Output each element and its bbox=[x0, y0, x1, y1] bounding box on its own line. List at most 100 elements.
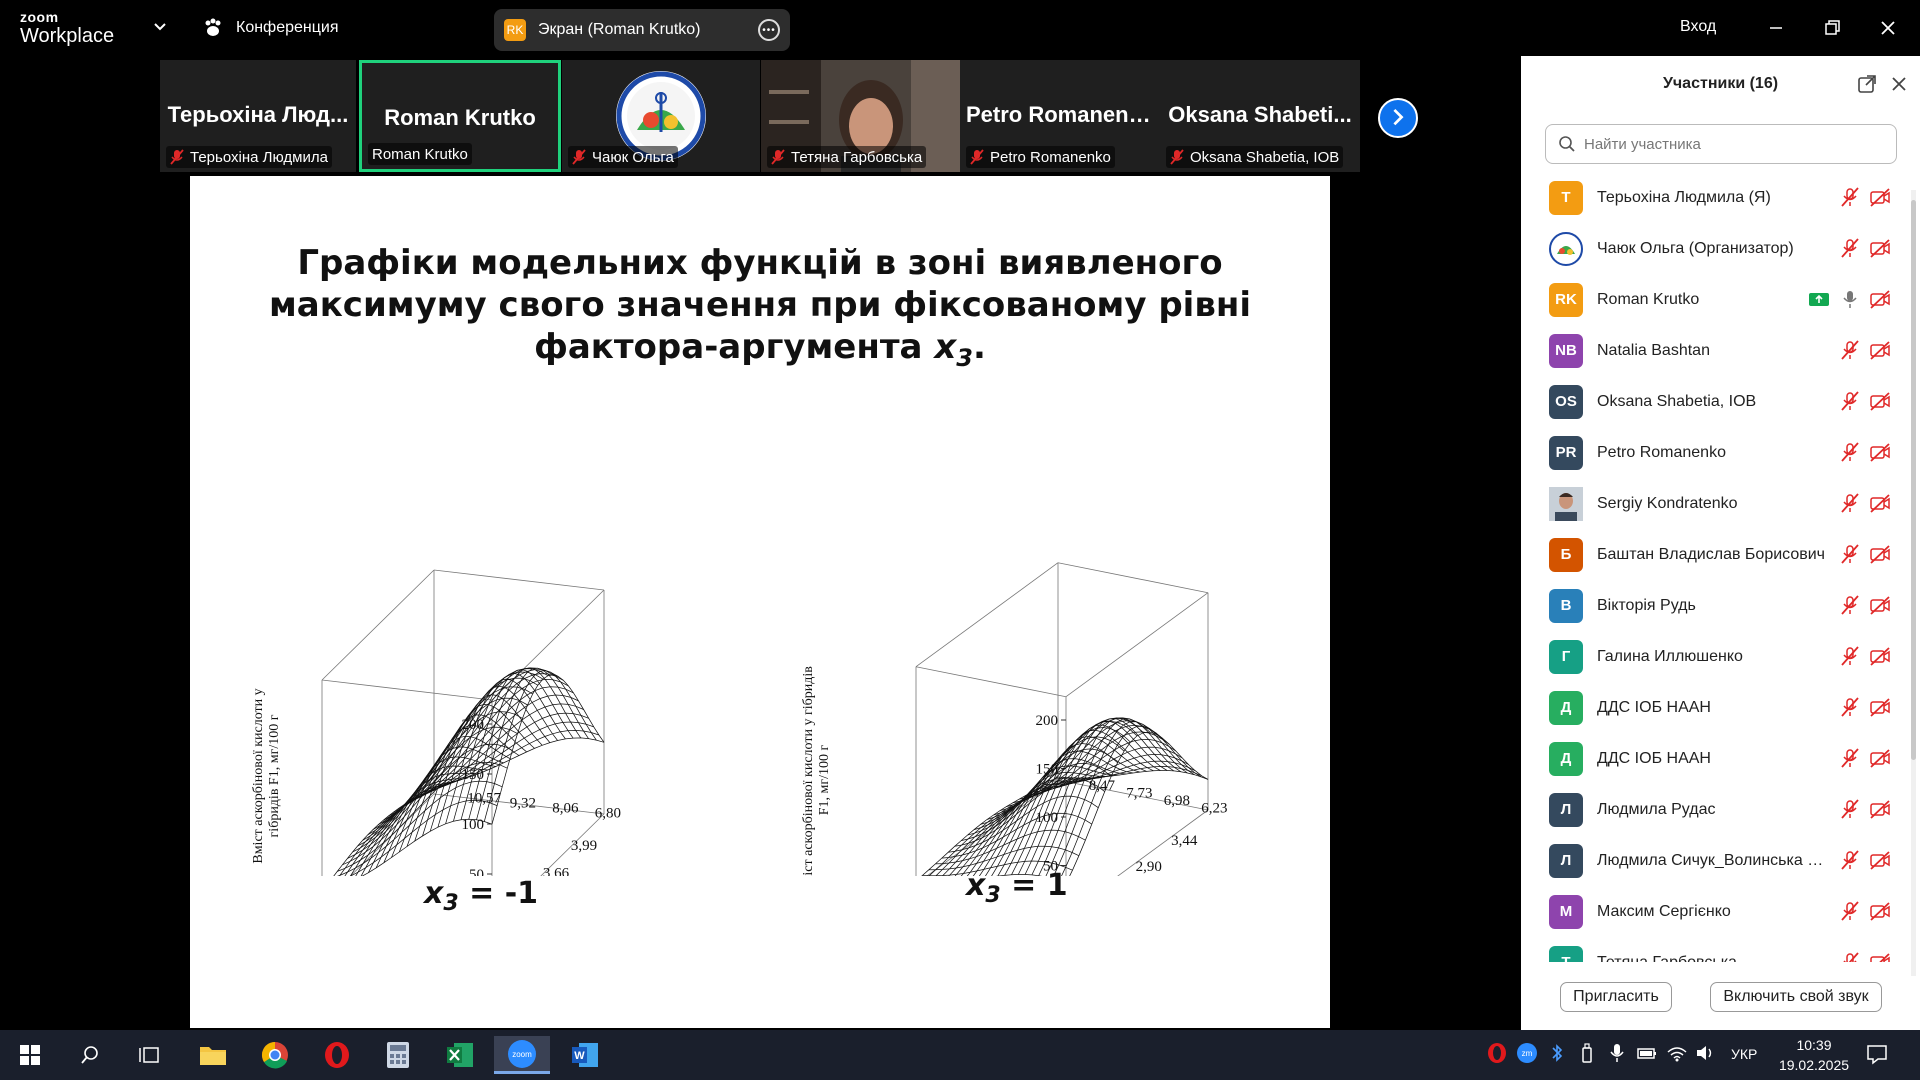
usb-device-icon[interactable] bbox=[1576, 1042, 1598, 1064]
screen-share-pill[interactable]: RK Экран (Roman Krutko) ••• bbox=[494, 9, 790, 51]
volume-icon[interactable] bbox=[1694, 1042, 1716, 1064]
video-off-icon[interactable] bbox=[1869, 186, 1891, 208]
video-tile[interactable]: Чаюк Ольга bbox=[562, 60, 760, 172]
participant-row[interactable]: М Максим Сергієнко bbox=[1521, 886, 1911, 937]
video-off-icon[interactable] bbox=[1869, 492, 1891, 514]
mic-icon[interactable] bbox=[1839, 288, 1861, 310]
battery-icon[interactable] bbox=[1636, 1042, 1658, 1064]
word-button[interactable]: W bbox=[565, 1036, 605, 1074]
mic-muted-icon[interactable] bbox=[1839, 339, 1861, 361]
restore-icon[interactable] bbox=[1818, 14, 1846, 42]
chrome-icon bbox=[261, 1041, 288, 1069]
video-off-icon[interactable] bbox=[1869, 390, 1891, 412]
mic-muted-icon[interactable] bbox=[1839, 747, 1861, 769]
participant-name: Тетяна Гарбовська bbox=[1597, 953, 1737, 963]
participant-row[interactable]: NB Natalia Bashtan bbox=[1521, 325, 1911, 376]
chevron-down-icon[interactable] bbox=[152, 18, 168, 34]
scrollbar-thumb[interactable] bbox=[1911, 200, 1916, 760]
wifi-icon[interactable] bbox=[1666, 1042, 1688, 1064]
video-off-icon[interactable] bbox=[1869, 543, 1891, 565]
mic-muted-icon[interactable] bbox=[1839, 645, 1861, 667]
opera-button[interactable] bbox=[317, 1036, 357, 1074]
video-tile[interactable]: Oksana Shabeti... Oksana Shabetia, ІОВ bbox=[1160, 60, 1360, 172]
box-edge bbox=[915, 562, 1059, 668]
video-tile[interactable]: Тетяна Гарбовська bbox=[761, 60, 960, 172]
participant-row[interactable]: Т Тетяна Гарбовська bbox=[1521, 937, 1911, 962]
minimize-icon[interactable] bbox=[1762, 14, 1790, 42]
pop-out-icon[interactable] bbox=[1855, 72, 1879, 96]
video-off-icon[interactable] bbox=[1869, 951, 1891, 962]
meeting-info-button[interactable]: Конференция bbox=[202, 16, 339, 40]
unmute-self-button[interactable]: Включить свой звук bbox=[1710, 982, 1882, 1012]
video-off-icon[interactable] bbox=[1869, 849, 1891, 871]
participant-avatar: NB bbox=[1549, 333, 1583, 368]
mic-muted-icon[interactable] bbox=[1839, 951, 1861, 962]
video-tile-active-speaker[interactable]: Roman Krutko Roman Krutko bbox=[359, 60, 561, 172]
participant-name: Максим Сергієнко bbox=[1597, 902, 1731, 920]
zoom-taskbar-button[interactable]: zoom bbox=[494, 1036, 550, 1074]
task-view-button[interactable] bbox=[130, 1036, 170, 1074]
search-button[interactable] bbox=[70, 1036, 110, 1074]
video-off-icon[interactable] bbox=[1869, 288, 1891, 310]
participant-search-box[interactable] bbox=[1545, 124, 1897, 164]
video-tile[interactable]: Терьохіна Люд... Терьохіна Людмила bbox=[160, 60, 356, 172]
input-language[interactable]: УКР bbox=[1731, 1046, 1757, 1062]
z-axis-label-line: Вміст аскорбінової кислоти у гібридів bbox=[801, 666, 816, 876]
participant-row[interactable]: Sergiy Kondratenko bbox=[1521, 478, 1911, 529]
mic-muted-icon[interactable] bbox=[1839, 594, 1861, 616]
video-off-icon[interactable] bbox=[1869, 237, 1891, 259]
video-off-icon[interactable] bbox=[1869, 900, 1891, 922]
close-panel-icon[interactable] bbox=[1887, 72, 1911, 96]
video-tile[interactable]: Petro Romanenko Petro Romanenko bbox=[960, 60, 1160, 172]
mic-muted-icon[interactable] bbox=[1839, 492, 1861, 514]
participant-avatar: В bbox=[1549, 588, 1583, 623]
chrome-button[interactable] bbox=[255, 1036, 295, 1074]
video-off-icon[interactable] bbox=[1869, 798, 1891, 820]
mic-muted-icon[interactable] bbox=[1839, 696, 1861, 718]
y-tick-label: 8,06 bbox=[552, 801, 579, 817]
opera-tray-icon[interactable] bbox=[1486, 1042, 1508, 1064]
more-options-icon[interactable]: ••• bbox=[758, 19, 780, 41]
participant-list-scrollbar[interactable] bbox=[1911, 190, 1916, 980]
video-off-icon[interactable] bbox=[1869, 645, 1891, 667]
mic-muted-icon[interactable] bbox=[1839, 798, 1861, 820]
zoom-tray-icon[interactable]: zm bbox=[1516, 1042, 1538, 1064]
participant-row[interactable]: Б Баштан Владислав Борисович bbox=[1521, 529, 1911, 580]
video-off-icon[interactable] bbox=[1869, 696, 1891, 718]
mic-muted-icon[interactable] bbox=[1839, 900, 1861, 922]
participant-search-input[interactable] bbox=[1584, 135, 1884, 153]
mic-muted-icon[interactable] bbox=[1839, 849, 1861, 871]
participant-row[interactable]: Л Людмила Рудас bbox=[1521, 784, 1911, 835]
mic-muted-icon[interactable] bbox=[1839, 543, 1861, 565]
video-off-icon[interactable] bbox=[1869, 441, 1891, 463]
mic-muted-icon[interactable] bbox=[1839, 390, 1861, 412]
excel-button[interactable] bbox=[440, 1036, 480, 1074]
mic-muted-icon[interactable] bbox=[1839, 237, 1861, 259]
invite-button[interactable]: Пригласить bbox=[1560, 982, 1672, 1012]
microphone-tray-icon[interactable] bbox=[1606, 1042, 1628, 1064]
close-icon[interactable] bbox=[1874, 14, 1902, 42]
participant-row[interactable]: Д ДДС ІОБ НААН bbox=[1521, 733, 1911, 784]
participant-row[interactable]: PR Petro Romanenko bbox=[1521, 427, 1911, 478]
taskbar-clock[interactable]: 10:39 19.02.2025 bbox=[1776, 1035, 1852, 1075]
participant-row[interactable]: Г Галина Иллюшенко bbox=[1521, 631, 1911, 682]
video-off-icon[interactable] bbox=[1869, 594, 1891, 616]
mic-muted-icon[interactable] bbox=[1839, 186, 1861, 208]
participant-row[interactable]: Л Людмила Сичук_Волинська ДС... bbox=[1521, 835, 1911, 886]
calculator-button[interactable] bbox=[378, 1036, 418, 1074]
file-explorer-button[interactable] bbox=[193, 1036, 233, 1074]
start-button[interactable] bbox=[10, 1036, 50, 1074]
signin-link[interactable]: Вход bbox=[1680, 18, 1716, 36]
video-off-icon[interactable] bbox=[1869, 339, 1891, 361]
participant-row[interactable]: Д ДДС ІОБ НААН bbox=[1521, 682, 1911, 733]
participant-row[interactable]: Чаюк Ольга (Организатор) bbox=[1521, 223, 1911, 274]
video-off-icon[interactable] bbox=[1869, 747, 1891, 769]
participant-row[interactable]: OS Oksana Shabetia, ІОВ bbox=[1521, 376, 1911, 427]
mic-muted-icon[interactable] bbox=[1839, 441, 1861, 463]
participant-row[interactable]: Т Терьохіна Людмила (Я) bbox=[1521, 172, 1911, 223]
notifications-icon[interactable] bbox=[1866, 1043, 1888, 1065]
participant-row[interactable]: RK Roman Krutko bbox=[1521, 274, 1911, 325]
participant-row[interactable]: В Вікторія Рудь bbox=[1521, 580, 1911, 631]
bluetooth-icon[interactable] bbox=[1546, 1042, 1568, 1064]
next-page-button[interactable] bbox=[1378, 98, 1418, 138]
